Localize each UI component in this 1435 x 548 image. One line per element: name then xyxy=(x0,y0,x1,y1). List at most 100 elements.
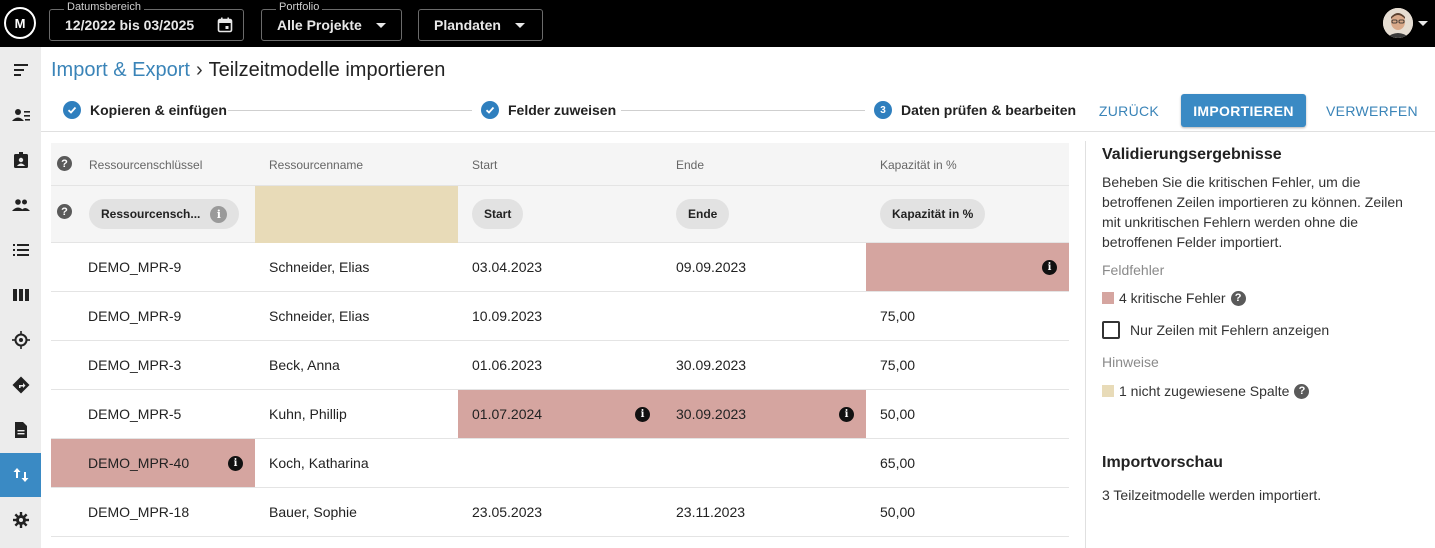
unassigned-column-legend: 1 nicht zugewiesene Spalte ? xyxy=(1102,383,1310,399)
person-list-icon xyxy=(11,109,30,121)
import-preview-title: Importvorschau xyxy=(1102,454,1223,471)
cell-name: Schneider, Elias xyxy=(269,259,370,275)
table-row[interactable]: DEMO_MPR-3 Beck, Anna 01.06.2023 30.09.2… xyxy=(51,341,1069,390)
table-row[interactable]: DEMO_MPR-9 Schneider, Elias 10.09.2023 7… xyxy=(51,292,1069,341)
sidebar-item-import-export[interactable] xyxy=(0,453,41,497)
only-error-rows-checkbox[interactable]: Nur Zeilen mit Fehlern anzeigen xyxy=(1102,321,1329,339)
mapping-chip-start[interactable]: Start xyxy=(472,199,524,229)
step-number: 3 xyxy=(874,101,892,119)
column-header-name: Ressourcenname xyxy=(269,158,364,172)
validation-description: Beheben Sie die kritischen Fehler, um di… xyxy=(1102,174,1403,250)
column-header-start: Start xyxy=(472,158,498,172)
help-icon[interactable]: ? xyxy=(57,156,72,171)
swap-vertical-icon xyxy=(13,468,28,482)
date-range-label: Datumsbereich xyxy=(64,1,144,14)
table-header-row: ? Ressourcenschlüssel Ressourcenname Sta… xyxy=(51,143,1069,186)
list-icon xyxy=(12,244,29,256)
sidebar-menu-toggle[interactable] xyxy=(0,48,41,92)
cell-key-error[interactable]: DEMO_MPR-40 i xyxy=(51,439,255,487)
column-header-key: Ressourcenschlüssel xyxy=(89,158,203,172)
error-info-icon[interactable]: i xyxy=(228,456,243,471)
step-label: Felder zuweisen xyxy=(508,102,617,118)
table-row[interactable]: DEMO_MPR-40 i Koch, Katharina 65,00 xyxy=(51,439,1069,488)
cell-date-error[interactable]: 01.07.2024 i 30.09.2023 i xyxy=(458,390,866,438)
check-circle-icon xyxy=(481,101,499,119)
mapping-chip-key[interactable]: Ressourcensch... i xyxy=(89,199,240,229)
back-button[interactable]: ZURÜCK xyxy=(1089,94,1169,127)
calendar-icon[interactable] xyxy=(217,17,233,33)
step-review-data: 3 Daten prüfen & bearbeiten xyxy=(874,100,1076,120)
validation-title: Validierungsergebnisse xyxy=(1102,146,1282,163)
unassigned-column-count: 1 nicht zugewiesene Spalte xyxy=(1119,383,1290,399)
data-type-select[interactable]: Plandaten xyxy=(418,9,543,41)
breadcrumb-separator: › xyxy=(195,59,203,81)
info-icon[interactable]: i xyxy=(210,205,228,223)
cell-end: 09.09.2023 xyxy=(676,259,747,275)
checkbox[interactable] xyxy=(1102,321,1120,339)
step-label: Kopieren & einfügen xyxy=(90,102,227,118)
sidebar-item-target[interactable] xyxy=(0,318,41,362)
step-connector xyxy=(621,110,865,111)
page-title: Teilzeitmodelle importieren xyxy=(208,59,446,81)
chevron-down-icon xyxy=(515,23,525,28)
account-menu-chevron-icon[interactable] xyxy=(1418,21,1428,26)
crosshair-icon xyxy=(11,331,30,349)
column-header-end: Ende xyxy=(676,158,705,172)
help-icon[interactable]: ? xyxy=(57,204,72,219)
sidebar-item-list[interactable] xyxy=(0,228,41,272)
columns-icon xyxy=(12,289,29,301)
cell-end: 30.09.2023 xyxy=(676,406,747,422)
cell-start: 01.06.2023 xyxy=(472,357,543,373)
sidebar-item-directions[interactable] xyxy=(0,363,41,407)
cell-capacity-error[interactable]: i xyxy=(866,243,1069,291)
sidebar-item-board[interactable] xyxy=(0,273,41,317)
mapping-chip-capacity[interactable]: Kapazität in % xyxy=(880,199,986,229)
cell-capacity: 75,00 xyxy=(880,308,916,324)
portfolio-select[interactable]: Portfolio Alle Projekte xyxy=(261,1,402,41)
cell-start: 03.04.2023 xyxy=(472,259,543,275)
mapping-chip-end[interactable]: Ende xyxy=(676,199,730,229)
chevron-down-icon xyxy=(376,23,386,28)
sidebar-item-assignments[interactable] xyxy=(0,138,41,182)
cell-name: Beck, Anna xyxy=(269,357,340,373)
sidebar-item-teams[interactable] xyxy=(0,183,41,227)
breadcrumb-import-export-link[interactable]: Import & Export xyxy=(51,59,190,81)
cell-capacity: 75,00 xyxy=(880,357,916,373)
menu-icon xyxy=(13,64,28,76)
help-icon[interactable]: ? xyxy=(1230,290,1246,306)
sidebar-item-resources[interactable] xyxy=(0,93,41,137)
step-copy-paste: Kopieren & einfügen xyxy=(63,100,227,120)
sidebar-item-documents[interactable] xyxy=(0,408,41,452)
cell-end: 30.09.2023 xyxy=(676,357,747,373)
cell-key: DEMO_MPR-3 xyxy=(88,357,182,373)
cell-key: DEMO_MPR-18 xyxy=(88,504,190,520)
check-circle-icon xyxy=(63,101,81,119)
critical-errors-legend: 4 kritische Fehler ? xyxy=(1102,290,1246,306)
date-range-field[interactable]: Datumsbereich 12/2022 bis 03/2025 xyxy=(49,1,244,41)
table-row[interactable]: DEMO_MPR-9 Schneider, Elias 03.04.2023 0… xyxy=(51,243,1069,292)
cell-key: DEMO_MPR-5 xyxy=(88,406,182,422)
error-info-icon[interactable]: i xyxy=(635,407,650,422)
error-info-icon[interactable]: i xyxy=(839,407,854,422)
discard-button[interactable]: VERWERFEN xyxy=(1322,94,1422,127)
user-avatar[interactable] xyxy=(1383,8,1413,38)
cell-start: 23.05.2023 xyxy=(472,504,543,520)
error-info-icon[interactable]: i xyxy=(1042,260,1057,275)
group-icon xyxy=(11,199,30,211)
breadcrumb: Import & Export › Teilzeitmodelle importie… xyxy=(51,58,445,82)
sidebar-item-settings[interactable] xyxy=(0,498,41,542)
import-preview-text: 3 Teilzeitmodelle werden importiert. xyxy=(1102,487,1322,503)
unassigned-column-cell[interactable] xyxy=(255,186,458,243)
cell-name: Bauer, Sophie xyxy=(269,504,357,520)
step-label: Daten prüfen & bearbeiten xyxy=(901,102,1077,118)
app-logo[interactable]: M xyxy=(4,7,36,39)
table-row[interactable]: DEMO_MPR-5 Kuhn, Phillip 01.07.2024 i 30… xyxy=(51,390,1069,439)
data-type-value: Plandaten xyxy=(434,17,501,33)
table-row[interactable]: DEMO_MPR-18 Bauer, Sophie 23.05.2023 23.… xyxy=(51,488,1069,537)
unassigned-swatch xyxy=(1102,385,1114,397)
step-connector xyxy=(228,110,472,111)
import-button[interactable]: IMPORTIEREN xyxy=(1181,94,1306,127)
cell-key: DEMO_MPR-9 xyxy=(88,308,182,324)
help-icon[interactable]: ? xyxy=(1294,383,1310,399)
hints-label: Hinweise xyxy=(1102,354,1159,370)
